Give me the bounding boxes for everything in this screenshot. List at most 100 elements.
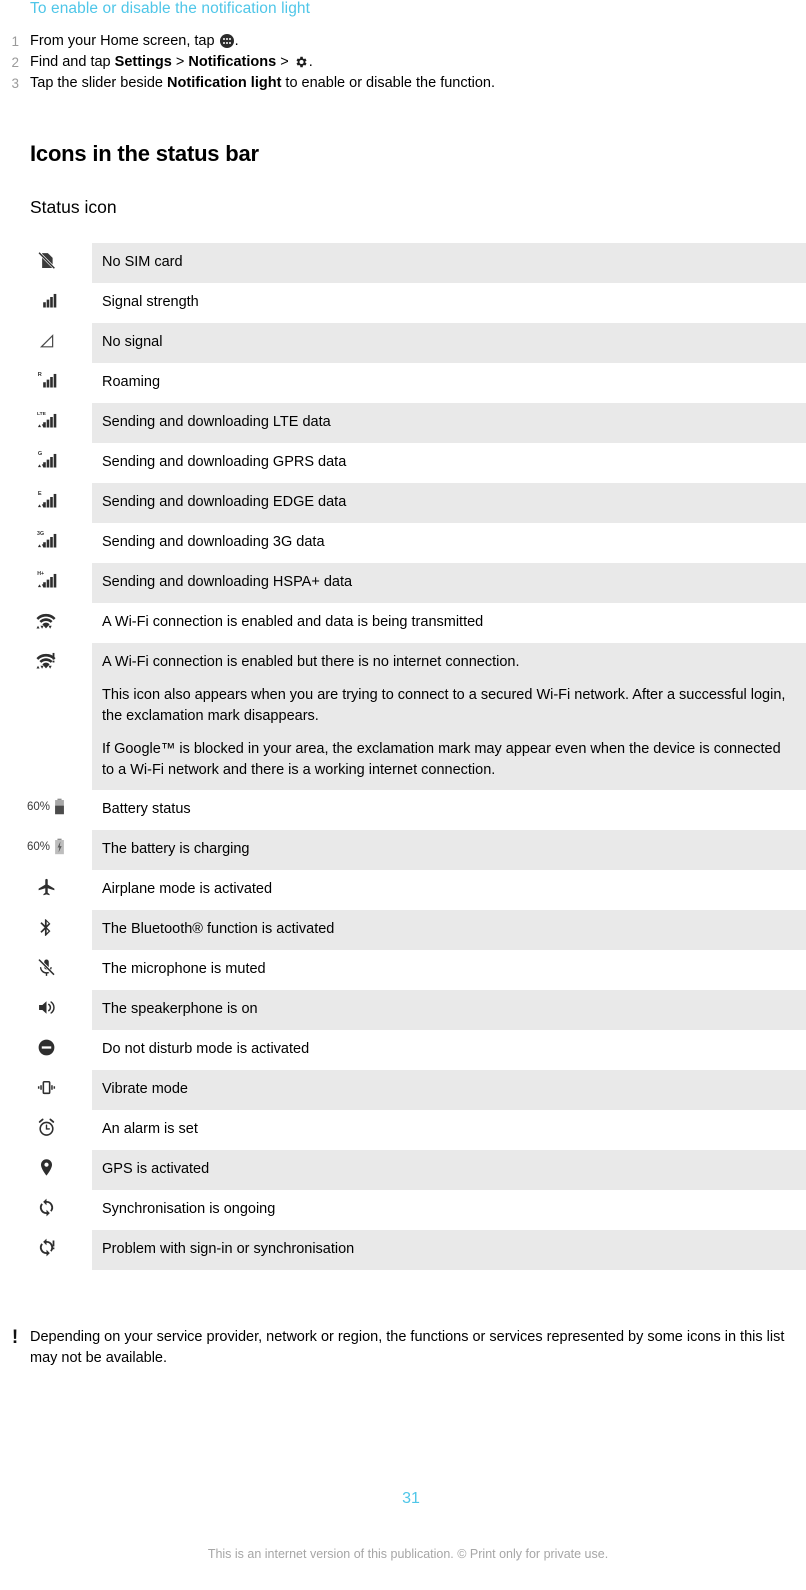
icon-description-text: Signal strength <box>102 294 199 310</box>
icon-cell <box>0 1110 92 1150</box>
icon-cell <box>0 283 92 323</box>
table-row: Airplane mode is activated <box>0 870 806 910</box>
icon-description-cell: No SIM card <box>92 243 806 283</box>
icon-description-text: Battery status <box>102 801 191 817</box>
step-text: Tap the slider beside Notification light… <box>30 73 790 94</box>
microphone-muted-icon <box>37 958 55 976</box>
step-1-post: . <box>234 33 239 49</box>
icon-description-text: The Bluetooth® function is activated <box>102 921 335 937</box>
icon-description-text: A Wi-Fi connection is enabled and data i… <box>102 614 484 630</box>
section-subheading: Status icon <box>30 197 117 217</box>
procedure-steps: 1 From your Home screen, tap . 2 Find an… <box>0 31 790 94</box>
icon-cell <box>0 243 92 283</box>
icon-description-text: Do not disturb mode is activated <box>102 1041 310 1057</box>
speakerphone-icon <box>38 1001 55 1014</box>
svg-text:E: E <box>37 491 41 497</box>
table-row: R Roaming <box>0 363 806 403</box>
footer-disclaimer-text: This is an internet version of this publ… <box>207 1547 609 1561</box>
battery-percent-label: 60% <box>26 800 51 813</box>
note-block: ! Depending on your service provider, ne… <box>0 1327 806 1369</box>
icon-description-paragraph: A Wi-Fi connection is enabled but there … <box>102 654 520 670</box>
battery-percent-label: 60% <box>26 840 51 853</box>
icon-cell: H+ <box>0 563 92 603</box>
step-1: 1 From your Home screen, tap . <box>0 31 790 52</box>
table-row: The Bluetooth® function is activated <box>0 910 806 950</box>
table-row: LTE Sending and downloading LTE data <box>0 403 806 443</box>
icon-description-text: GPS is activated <box>102 1161 210 1177</box>
icon-cell: 60% <box>0 790 92 830</box>
step-3-pre: Tap the slider beside <box>30 75 168 91</box>
icon-description-cell: The battery is charging <box>92 830 806 870</box>
icon-description-text: Sending and downloading EDGE data <box>102 494 347 510</box>
icon-description-text: Sending and downloading 3G data <box>102 534 325 550</box>
icon-description-cell: A Wi-Fi connection is enabled and data i… <box>92 603 806 643</box>
roaming-icon: R <box>37 372 56 388</box>
lte-data-icon: LTE <box>37 411 56 428</box>
svg-text:LTE: LTE <box>37 411 47 417</box>
sync-problem-icon <box>39 1238 54 1257</box>
gprs-data-icon: G <box>37 451 56 468</box>
table-row: 60% The battery is charging <box>0 830 806 870</box>
page-number-value: 31 <box>402 1490 420 1507</box>
icon-cell <box>0 603 92 643</box>
table-row: An alarm is set <box>0 1110 806 1150</box>
table-row: 60% Battery status <box>0 790 806 830</box>
icon-description-cell: No signal <box>92 323 806 363</box>
icon-description-cell: Do not disturb mode is activated <box>92 1030 806 1070</box>
icon-cell: 60% <box>0 830 92 870</box>
step-3-post: to enable or disable the function. <box>281 75 496 91</box>
manual-page: To enable or disable the notification li… <box>0 0 806 1590</box>
edge-data-icon: E <box>37 491 56 508</box>
svg-text:3G: 3G <box>37 531 44 537</box>
table-row: Vibrate mode <box>0 1070 806 1110</box>
step-number: 2 <box>11 55 19 70</box>
icon-description-paragraph: If Google™ is blocked in your area, the … <box>102 741 781 778</box>
icon-description-cell: Synchronisation is ongoing <box>92 1190 806 1230</box>
table-row: No SIM card <box>0 243 806 283</box>
icon-description-cell: Sending and downloading LTE data <box>92 403 806 443</box>
icon-description-text: Vibrate mode <box>102 1081 188 1097</box>
icon-description-text: No signal <box>102 334 163 350</box>
step-number: 1 <box>11 34 19 49</box>
icon-description-cell: Roaming <box>92 363 806 403</box>
page-number: 31 <box>0 1490 806 1508</box>
icon-description-cell: The speakerphone is on <box>92 990 806 1030</box>
icon-cell <box>0 643 92 790</box>
bluetooth-icon <box>39 919 50 936</box>
icon-description-text: The microphone is muted <box>102 961 266 977</box>
icon-description-text: Sending and downloading GPRS data <box>102 454 347 470</box>
step-2-bold-notifications: Notifications <box>188 54 277 70</box>
note-text: Depending on your service provider, netw… <box>30 1329 785 1366</box>
icon-cell <box>0 1230 92 1270</box>
table-row: A Wi-Fi connection is enabled but there … <box>0 643 806 790</box>
icon-cell <box>0 1190 92 1230</box>
signal-strength-icon <box>42 293 56 308</box>
table-row: 3G Sending and downloading 3G data <box>0 523 806 563</box>
table-row: E Sending and downloading EDGE data <box>0 483 806 523</box>
gps-location-icon <box>40 1159 52 1176</box>
step-2-post: . <box>308 54 313 70</box>
icon-description-text: Sending and downloading LTE data <box>102 414 331 430</box>
step-1-pre: From your Home screen, tap <box>30 33 219 49</box>
footer-disclaimer: This is an internet version of this publ… <box>0 1547 806 1561</box>
step-number: 3 <box>11 76 19 91</box>
icon-description-cell: Sending and downloading 3G data <box>92 523 806 563</box>
step-text: Find and tap Settings > Notifications > … <box>30 52 790 73</box>
icon-description-paragraph: This icon also appears when you are tryi… <box>102 687 786 724</box>
table-row: Problem with sign-in or synchronisation <box>0 1230 806 1270</box>
icon-description-cell: A Wi-Fi connection is enabled but there … <box>92 643 806 790</box>
icon-cell <box>0 950 92 990</box>
icon-cell <box>0 1030 92 1070</box>
icon-cell: E <box>0 483 92 523</box>
icon-description-cell: Problem with sign-in or synchronisation <box>92 1230 806 1270</box>
icon-description-cell: Sending and downloading EDGE data <box>92 483 806 523</box>
exclamation-icon: ! <box>11 1327 19 1348</box>
icon-description-cell: Vibrate mode <box>92 1070 806 1110</box>
three-g-data-icon: 3G <box>37 531 56 548</box>
icon-description-text: Airplane mode is activated <box>102 881 273 897</box>
gear-icon <box>294 55 308 69</box>
do-not-disturb-icon <box>38 1039 54 1056</box>
icon-description-text: Synchronisation is ongoing <box>102 1201 276 1217</box>
table-row: A Wi-Fi connection is enabled and data i… <box>0 603 806 643</box>
battery-status-icon: 60% <box>27 797 65 815</box>
